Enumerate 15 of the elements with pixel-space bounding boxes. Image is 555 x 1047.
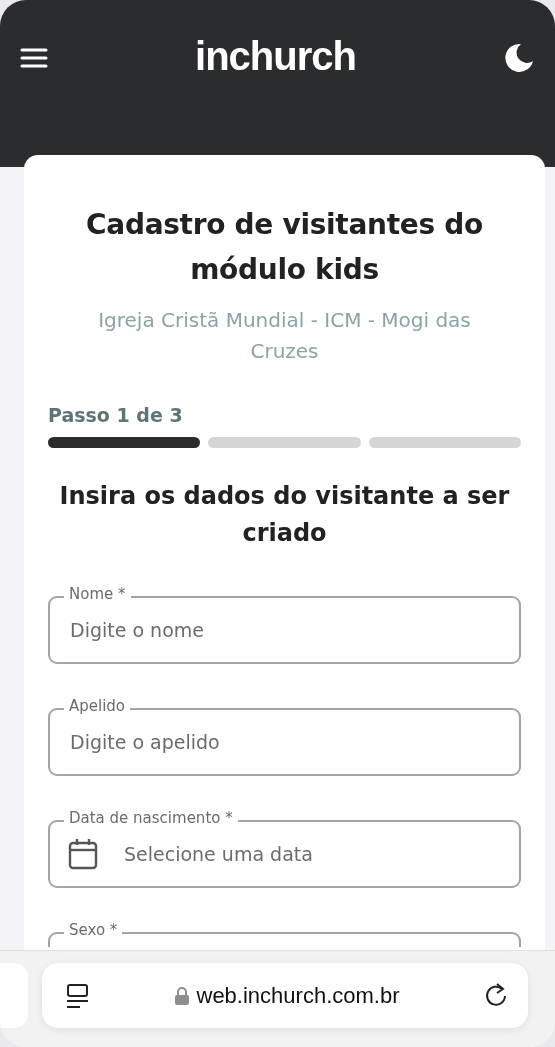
- logo: inchurch: [195, 36, 356, 76]
- url-text: web.inchurch.com.br: [196, 982, 400, 1010]
- form-heading: Insira os dados do visitante a ser criado: [58, 481, 511, 550]
- address-bar[interactable]: web.inchurch.com.br: [42, 963, 528, 1028]
- step-label: Passo 1 de 3: [48, 402, 184, 428]
- page-title: Cadastro de visitantes do módulo kids: [85, 207, 484, 288]
- theme-toggle-button[interactable]: [503, 42, 535, 74]
- reload-icon[interactable]: [484, 982, 508, 1009]
- menu-icon: [20, 47, 48, 69]
- lock-icon: [174, 986, 189, 1005]
- church-name: Igreja Cristã Mundial - ICM - Mogi das Cruzes: [97, 306, 472, 365]
- reader-icon[interactable]: [66, 982, 90, 1009]
- calendar-icon: [68, 838, 98, 871]
- moon-icon: [503, 42, 535, 74]
- menu-button[interactable]: [20, 47, 48, 69]
